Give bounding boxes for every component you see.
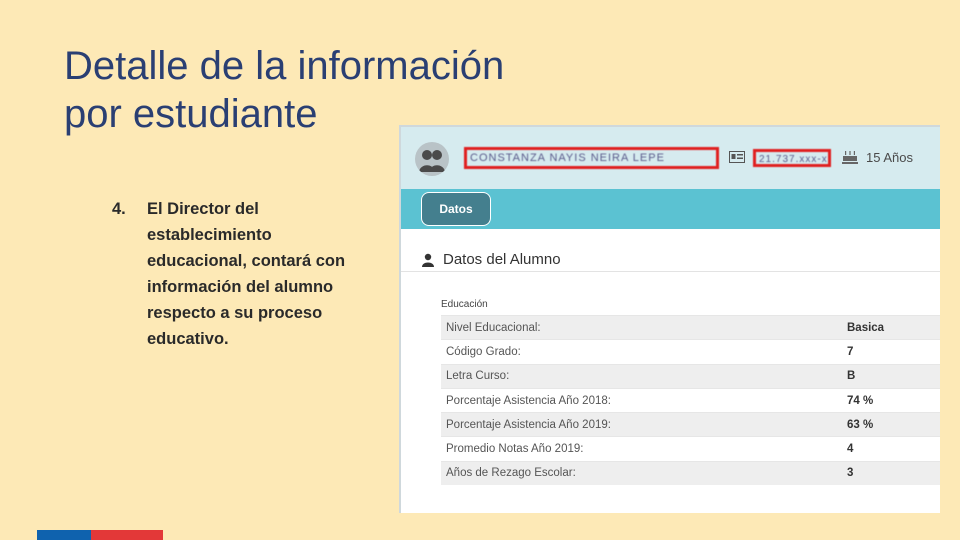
section-title: Datos del Alumno (443, 251, 561, 268)
row-value: 4 (847, 443, 854, 456)
flag-blue-bar (37, 530, 91, 540)
table-row: Porcentaje Asistencia Año 2018: 74 % (441, 387, 940, 412)
tab-bar: Datos (401, 189, 940, 229)
row-label: Promedio Notas Año 2019: (446, 443, 584, 456)
slide-title: Detalle de la información por estudiante (64, 42, 624, 138)
avatar-icon (415, 142, 449, 176)
student-header: CONSTANZA NAYIS NEIRA LEPE 21.737.xxx-x … (401, 127, 940, 189)
flag-strip (37, 530, 163, 540)
row-value: Basica (847, 321, 885, 334)
student-rut-redacted: 21.737.xxx-x (753, 149, 831, 167)
student-age: 15 Años (866, 150, 913, 165)
row-label: Porcentaje Asistencia Año 2018: (446, 394, 611, 407)
table-row: Porcentaje Asistencia Año 2019: 63 % (441, 412, 940, 437)
row-label: Porcentaje Asistencia Año 2019: (446, 418, 611, 431)
id-card-icon (729, 151, 745, 163)
table-row: Años de Rezago Escolar: 3 (441, 460, 940, 486)
table-row: Código Grado: 7 (441, 339, 940, 363)
tab-datos[interactable]: Datos (421, 192, 491, 226)
flag-red-bar (91, 530, 163, 540)
row-value: B (847, 370, 856, 383)
row-value: 63 % (847, 418, 874, 431)
bullet-number: 4. (112, 200, 126, 218)
row-value: 74 % (847, 394, 874, 407)
section-header: Datos del Alumno (401, 229, 940, 272)
education-group-label: Educación (441, 299, 488, 310)
bullet-item: 4. El Director del establecimiento educa… (112, 196, 372, 352)
bullet-text: El Director del establecimiento educacio… (147, 200, 346, 348)
row-label: Nivel Educacional: (446, 321, 541, 334)
student-name-redacted: CONSTANZA NAYIS NEIRA LEPE (464, 147, 719, 169)
table-row: Letra Curso: B (441, 363, 940, 388)
row-label: Letra Curso: (446, 370, 510, 383)
cake-icon (842, 151, 858, 164)
education-table: Nivel Educacional: Basica Código Grado: … (441, 315, 940, 486)
row-value: 3 (847, 467, 854, 480)
student-detail-screenshot: CONSTANZA NAYIS NEIRA LEPE 21.737.xxx-x … (399, 125, 940, 513)
row-value: 7 (847, 345, 854, 358)
slide-title-line-1: Detalle de la información (64, 44, 505, 88)
user-icon (422, 253, 434, 267)
table-row: Nivel Educacional: Basica (441, 315, 940, 340)
row-label: Años de Rezago Escolar: (446, 467, 576, 480)
table-row: Promedio Notas Año 2019: 4 (441, 436, 940, 460)
row-label: Código Grado: (446, 345, 521, 358)
